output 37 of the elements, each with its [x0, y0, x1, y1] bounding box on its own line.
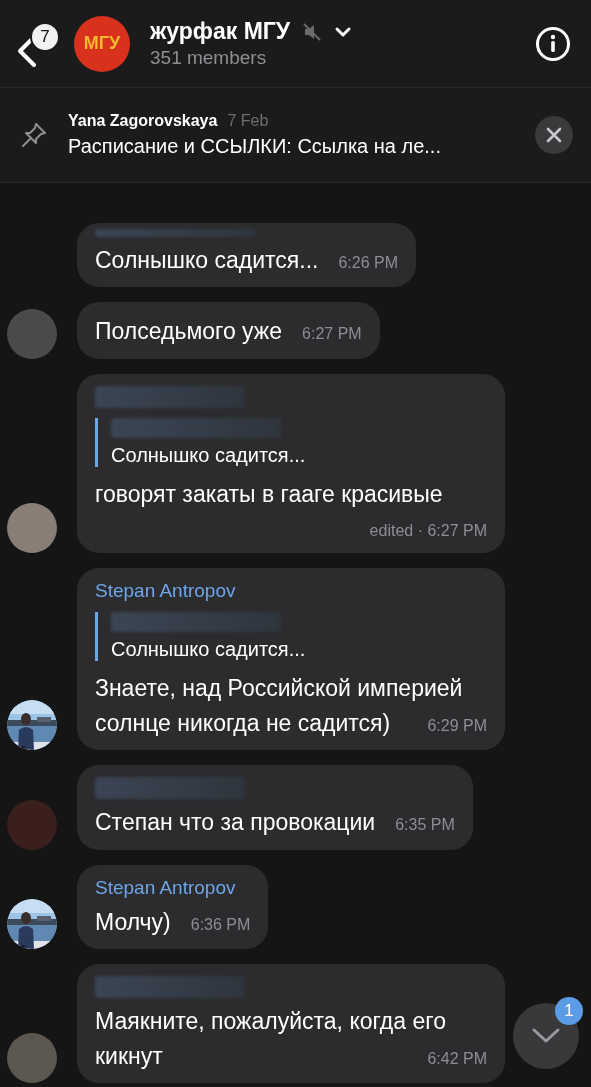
message-text: Молчу) 6:36 PM — [95, 907, 251, 939]
member-count: 351 members — [150, 47, 268, 69]
message-text: Солнышко садится... 6:26 PM — [95, 245, 399, 277]
message-time: 6:27 PM — [302, 324, 362, 344]
message-text: Маякните, пожалуйста, когда его кикнут 6:42 PM — [95, 1007, 487, 1073]
pin-icon — [20, 121, 48, 149]
close-icon — [545, 126, 563, 144]
pinned-date: 7 Feb — [227, 112, 269, 130]
pinned-message[interactable]: Расписание и ССЫЛКИ: Ссылка на ле... — [68, 135, 515, 158]
message-text: Знаете, над Российской империей солнце никогда не садится) 6:29 PM — [95, 674, 487, 740]
dropdown-chevron-icon[interactable] — [334, 25, 353, 38]
close-button[interactable] — [535, 116, 573, 154]
avatar[interactable] — [7, 503, 57, 553]
message-time: 6:26 PM — [338, 252, 399, 273]
message-text: Полседьмого уже 6:27 PM — [95, 317, 362, 348]
back-button[interactable]: 7 — [16, 21, 62, 72]
chevron-down-icon — [531, 1027, 561, 1045]
message-time: 6:42 PM — [427, 1048, 487, 1069]
avatar[interactable] — [7, 1033, 57, 1083]
unread-badge: 7 — [30, 21, 60, 52]
sender-name[interactable]: Stepan Antropov — [95, 876, 251, 899]
message-time: edited · 6:27 PM — [369, 521, 487, 541]
avatar-text: МГУ — [83, 33, 121, 54]
pinned-author: Yana Zagorovskaya — [68, 112, 218, 130]
message-time: 6:36 PM — [190, 914, 251, 935]
quoted-text: Солнышко садится... — [111, 443, 307, 467]
reply-quote[interactable]: Солнышко садится... — [95, 612, 487, 661]
quoted-text: Солнышко садится... — [111, 638, 307, 661]
message-text: Степан что за провокации 6:35 PM — [95, 808, 455, 839]
unread-badge: 1 — [555, 997, 583, 1025]
chat-title[interactable]: журфак МГУ — [150, 18, 291, 45]
message-text: говорят закаты в гааге красивые edited · 6:27 PM — [95, 476, 487, 543]
message-time: 6:35 PM — [395, 815, 455, 835]
message-time: 6:29 PM — [427, 715, 487, 736]
reply-quote[interactable]: Солнышко садится... — [95, 417, 487, 467]
sender-name[interactable]: Stepan Antropov — [95, 580, 487, 602]
info-icon[interactable] — [535, 25, 571, 62]
